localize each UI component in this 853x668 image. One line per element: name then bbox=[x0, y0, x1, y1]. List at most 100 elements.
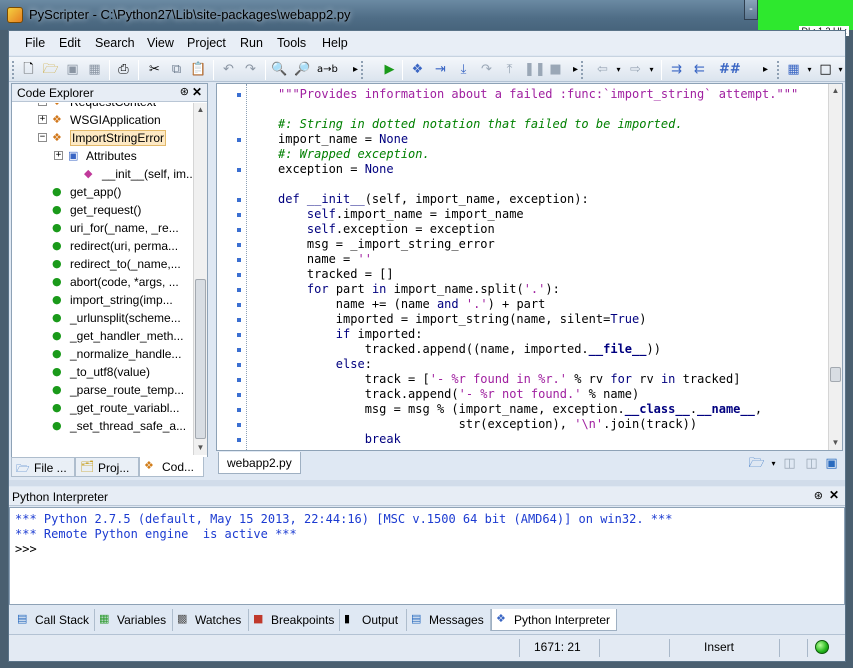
code-line[interactable]: exception = None bbox=[278, 162, 394, 177]
close-icon[interactable]: ✕ bbox=[829, 488, 839, 502]
tree-item[interactable]: ◆ __init__(self, im... bbox=[12, 165, 192, 183]
tree-item[interactable]: ● import_string(imp... bbox=[12, 291, 192, 309]
new-file-icon[interactable]: 🗋 bbox=[20, 61, 37, 78]
back-dropdown-icon[interactable]: ▾ bbox=[610, 61, 627, 78]
tab-output[interactable]: ▮ Output bbox=[340, 609, 407, 631]
expand-icon[interactable]: + bbox=[38, 115, 47, 124]
code-line[interactable]: imported = import_string(name, silent=Tr… bbox=[278, 312, 647, 327]
editor-gutter[interactable] bbox=[217, 84, 247, 450]
pause-icon[interactable]: ❚❚ bbox=[524, 61, 546, 78]
code-line[interactable]: if imported: bbox=[278, 327, 423, 342]
code-line[interactable]: name += (name and '.') + part bbox=[278, 297, 546, 312]
tree-item[interactable]: ● redirect_to(_name,... bbox=[12, 255, 192, 273]
tab-call-stack[interactable]: ▤ Call Stack bbox=[13, 609, 95, 631]
expand-icon[interactable]: + bbox=[38, 103, 47, 106]
abort-icon[interactable]: ■ bbox=[547, 61, 564, 78]
code-line[interactable]: """Provides information about a failed :… bbox=[278, 87, 798, 102]
code-line[interactable]: str(exception), '\n'.join(track)) bbox=[278, 417, 697, 432]
find-icon[interactable]: 🔍 bbox=[271, 61, 288, 78]
find-next-icon[interactable]: 🔎 bbox=[294, 61, 311, 78]
scrollbar-thumb[interactable] bbox=[195, 279, 206, 439]
menu-view[interactable]: View bbox=[147, 36, 174, 50]
tree-item[interactable]: ● get_app() bbox=[12, 183, 192, 201]
editor-vertical-scrollbar[interactable]: ▲ ▼ bbox=[828, 84, 842, 450]
tab-list-dropdown-icon[interactable]: ▾ bbox=[765, 455, 782, 472]
code-line[interactable]: track.append('- %r not found.' % name) bbox=[278, 387, 640, 402]
scrollbar-thumb[interactable] bbox=[830, 367, 841, 382]
code-explorer-tree[interactable]: +❖RequestContext+❖WSGIApplication−❖Impor… bbox=[12, 103, 192, 455]
undo-icon[interactable]: ↶ bbox=[220, 61, 237, 78]
pin-icon[interactable]: ⊛ bbox=[814, 489, 823, 502]
code-editor[interactable]: """Provides information about a failed :… bbox=[216, 83, 843, 451]
tree-item[interactable]: ● _to_utf8(value) bbox=[12, 363, 192, 381]
python-interpreter-console[interactable]: *** Python 2.7.5 (default, May 15 2013, … bbox=[9, 507, 845, 605]
step-into-icon[interactable]: ⤓ bbox=[455, 61, 472, 78]
minimize-button[interactable]: - bbox=[744, 0, 758, 20]
code-line[interactable]: for part in import_name.split('.'): bbox=[278, 282, 560, 297]
toolbar-grip[interactable] bbox=[581, 61, 584, 79]
comment-icon[interactable]: ## bbox=[719, 61, 741, 78]
tree-item[interactable]: + ❖ WSGIApplication bbox=[12, 111, 192, 129]
scroll-up-icon[interactable]: ▲ bbox=[194, 103, 207, 116]
menu-edit[interactable]: Edit bbox=[59, 36, 81, 50]
run-to-cursor-icon[interactable]: ⇥ bbox=[432, 61, 449, 78]
tab-file-explorer[interactable]: 🗁 File ... bbox=[11, 457, 75, 477]
tab-variables[interactable]: ▦ Variables bbox=[95, 609, 173, 631]
horizontal-splitter[interactable] bbox=[9, 480, 845, 486]
menu-project[interactable]: Project bbox=[187, 36, 226, 50]
tree-item[interactable]: + ❖RequestContext bbox=[12, 103, 192, 111]
code-line[interactable]: tracked = [] bbox=[278, 267, 394, 282]
tab-list-icon[interactable]: 🗁 bbox=[748, 455, 765, 472]
run-icon[interactable]: ▶ bbox=[381, 61, 398, 78]
tab-breakpoints[interactable]: ■ Breakpoints bbox=[249, 609, 340, 631]
menu-run[interactable]: Run bbox=[240, 36, 263, 50]
tree-item[interactable]: + ▣ Attributes bbox=[12, 147, 192, 165]
menu-tools[interactable]: Tools bbox=[277, 36, 306, 50]
forward-icon[interactable]: ⇨ bbox=[627, 61, 644, 78]
replace-icon[interactable]: a→b bbox=[317, 61, 338, 78]
code-line[interactable]: break bbox=[278, 432, 401, 447]
indent-icon[interactable]: ⇉ bbox=[668, 61, 685, 78]
view-dropdown-icon[interactable]: ▾ bbox=[832, 61, 849, 78]
code-line[interactable]: msg = msg % (import_name, exception.__cl… bbox=[278, 402, 762, 417]
step-over-icon[interactable]: ↷ bbox=[478, 61, 495, 78]
toolbar-grip[interactable] bbox=[777, 61, 780, 79]
paste-icon[interactable]: 📋 bbox=[190, 61, 207, 78]
step-out-icon[interactable]: ⤒ bbox=[501, 61, 518, 78]
code-line[interactable]: tracked.append((name, imported.__file__)… bbox=[278, 342, 661, 357]
code-area[interactable]: """Provides information about a failed :… bbox=[278, 84, 823, 450]
forward-dropdown-icon[interactable]: ▾ bbox=[643, 61, 660, 78]
expand-icon[interactable]: + bbox=[54, 151, 63, 160]
menu-help[interactable]: Help bbox=[322, 36, 348, 50]
interpreter-prompt[interactable]: >>> bbox=[15, 542, 37, 557]
tab-project-explorer[interactable]: 🗂 Proj... bbox=[75, 457, 139, 477]
code-line[interactable]: msg = _import_string_error bbox=[278, 237, 495, 252]
tree-item[interactable]: ● abort(code, *args, ... bbox=[12, 273, 192, 291]
code-line[interactable]: #: Wrapped exception. bbox=[278, 147, 430, 162]
collapse-icon[interactable]: − bbox=[38, 133, 47, 142]
code-line[interactable]: import_name = None bbox=[278, 132, 408, 147]
menu-file[interactable]: File bbox=[25, 36, 45, 50]
tree-item[interactable]: ● _normalize_handle... bbox=[12, 345, 192, 363]
back-icon[interactable]: ⇦ bbox=[594, 61, 611, 78]
tree-item[interactable]: ● get_request() bbox=[12, 201, 192, 219]
tree-item[interactable]: ● redirect(uri, perma... bbox=[12, 237, 192, 255]
copy-icon[interactable]: ⧉ bbox=[168, 61, 185, 78]
split-editor-icon[interactable]: ◫ bbox=[781, 455, 798, 472]
tab-code-explorer[interactable]: ❖ Cod... bbox=[139, 457, 204, 477]
code-line[interactable]: #: String in dotted notation that failed… bbox=[278, 117, 683, 132]
layout-dropdown-icon[interactable]: ▾ bbox=[801, 61, 818, 78]
tree-item[interactable]: ● _get_handler_meth... bbox=[12, 327, 192, 345]
code-line[interactable]: def __init__(self, import_name, exceptio… bbox=[278, 192, 589, 207]
pin-icon[interactable]: ⊛ bbox=[180, 85, 189, 98]
toolbar-grip[interactable] bbox=[361, 61, 364, 79]
new-window-icon[interactable]: ◫ bbox=[803, 455, 820, 472]
tree-item[interactable]: ● _get_route_variabl... bbox=[12, 399, 192, 417]
tree-item[interactable]: ● uri_for(_name, _re... bbox=[12, 219, 192, 237]
tree-item[interactable]: ● _urlunsplit(scheme... bbox=[12, 309, 192, 327]
tree-item[interactable]: ● _parse_route_temp... bbox=[12, 381, 192, 399]
tree-item[interactable]: ● _set_thread_safe_a... bbox=[12, 417, 192, 435]
open-folder-icon[interactable]: 🗁 bbox=[42, 61, 59, 78]
tab-webapp2[interactable]: webapp2.py bbox=[218, 452, 301, 474]
tree-item[interactable]: − ❖ ImportStringError bbox=[12, 129, 192, 147]
